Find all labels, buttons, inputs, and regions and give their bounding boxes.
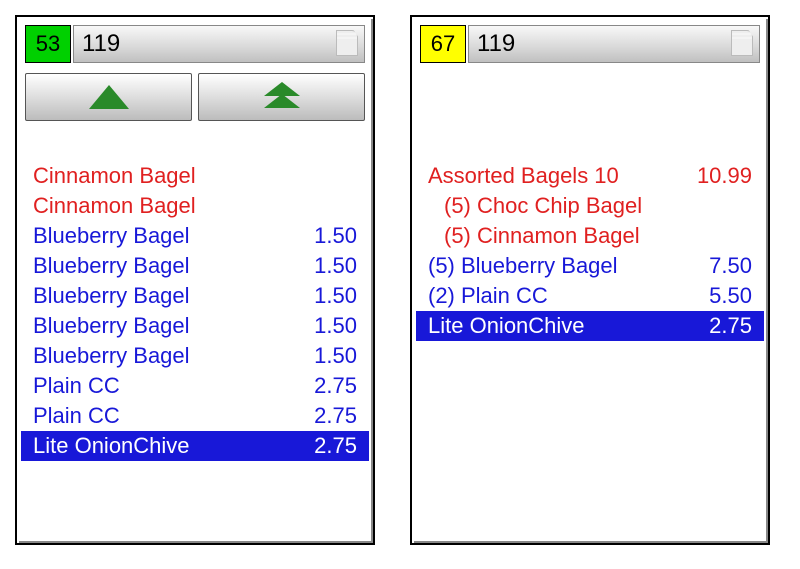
item-price: 2.75 xyxy=(314,371,359,401)
order-number-field[interactable]: 119 xyxy=(468,25,760,63)
panel-inner: 67 119 Assorted Bagels 10 10.99 (5) Choc C… xyxy=(416,21,764,539)
scroll-up-button[interactable] xyxy=(25,73,192,121)
list-item[interactable]: Assorted Bagels 10 10.99 xyxy=(416,161,764,191)
list-item[interactable]: (2) Plain CC 5.50 xyxy=(416,281,764,311)
list-item[interactable]: (5) Cinnamon Bagel xyxy=(416,221,764,251)
item-name: (5) Choc Chip Bagel xyxy=(444,191,642,221)
item-price: 2.75 xyxy=(314,401,359,431)
order-number-value: 119 xyxy=(477,30,515,58)
item-price xyxy=(752,191,754,221)
item-price: 2.75 xyxy=(314,431,359,461)
item-price: 1.50 xyxy=(314,341,359,371)
item-name: Blueberry Bagel xyxy=(33,251,190,281)
receipt-icon[interactable] xyxy=(731,30,753,56)
item-price xyxy=(357,191,359,221)
list-item[interactable]: Cinnamon Bagel xyxy=(21,161,369,191)
item-name: Lite OnionChive xyxy=(428,311,585,341)
item-name: Plain CC xyxy=(33,401,120,431)
item-price xyxy=(752,221,754,251)
item-name: Cinnamon Bagel xyxy=(33,191,196,221)
item-price xyxy=(357,161,359,191)
item-price: 7.50 xyxy=(709,251,754,281)
list-item[interactable]: Blueberry Bagel 1.50 xyxy=(21,221,369,251)
item-name: Lite OnionChive xyxy=(33,431,190,461)
order-badge[interactable]: 67 xyxy=(420,25,466,63)
item-name: Cinnamon Bagel xyxy=(33,161,196,191)
item-price: 1.50 xyxy=(314,281,359,311)
list-item[interactable]: Blueberry Bagel 1.50 xyxy=(21,251,369,281)
receipt-icon[interactable] xyxy=(336,30,358,56)
item-name: Blueberry Bagel xyxy=(33,341,190,371)
item-name: Assorted Bagels 10 xyxy=(428,161,619,191)
item-name: (5) Blueberry Bagel xyxy=(428,251,618,281)
item-price: 2.75 xyxy=(709,311,754,341)
list-item[interactable]: Blueberry Bagel 1.50 xyxy=(21,341,369,371)
item-price: 1.50 xyxy=(314,251,359,281)
order-items: Cinnamon BagelCinnamon BagelBlueberry Ba… xyxy=(21,121,369,461)
header-row: 67 119 xyxy=(416,21,764,67)
item-name: (5) Cinnamon Bagel xyxy=(444,221,640,251)
list-item[interactable]: Plain CC 2.75 xyxy=(21,401,369,431)
double-triangle-up-icon xyxy=(258,82,306,112)
item-price: 10.99 xyxy=(697,161,754,191)
item-price: 1.50 xyxy=(314,221,359,251)
order-panel-right: 67 119 Assorted Bagels 10 10.99 (5) Choc C… xyxy=(410,15,770,545)
list-item[interactable]: (5) Choc Chip Bagel xyxy=(416,191,764,221)
item-name: Plain CC xyxy=(33,371,120,401)
list-item[interactable]: Cinnamon Bagel xyxy=(21,191,369,221)
item-name: Blueberry Bagel xyxy=(33,281,190,311)
list-item[interactable]: Blueberry Bagel 1.50 xyxy=(21,281,369,311)
header-row: 53 119 xyxy=(21,21,369,67)
list-item[interactable]: (5) Blueberry Bagel 7.50 xyxy=(416,251,764,281)
item-name: Blueberry Bagel xyxy=(33,311,190,341)
scroll-buttons xyxy=(21,67,369,121)
item-name: Blueberry Bagel xyxy=(33,221,190,251)
list-item[interactable]: Plain CC 2.75 xyxy=(21,371,369,401)
list-item[interactable]: Lite OnionChive 2.75 xyxy=(21,431,369,461)
order-badge[interactable]: 53 xyxy=(25,25,71,63)
list-item[interactable]: Lite OnionChive 2.75 xyxy=(416,311,764,341)
order-number-field[interactable]: 119 xyxy=(73,25,365,63)
scroll-top-button[interactable] xyxy=(198,73,365,121)
order-panel-left: 53 119 Cinnamon BagelCinnamon BagelBlueb… xyxy=(15,15,375,545)
item-price: 1.50 xyxy=(314,311,359,341)
order-number-value: 119 xyxy=(82,30,120,58)
triangle-up-icon xyxy=(89,85,129,109)
item-name: (2) Plain CC xyxy=(428,281,548,311)
item-price: 5.50 xyxy=(709,281,754,311)
panel-inner: 53 119 Cinnamon BagelCinnamon BagelBlueb… xyxy=(21,21,369,539)
order-items: Assorted Bagels 10 10.99 (5) Choc Chip Bag… xyxy=(416,67,764,341)
list-item[interactable]: Blueberry Bagel 1.50 xyxy=(21,311,369,341)
